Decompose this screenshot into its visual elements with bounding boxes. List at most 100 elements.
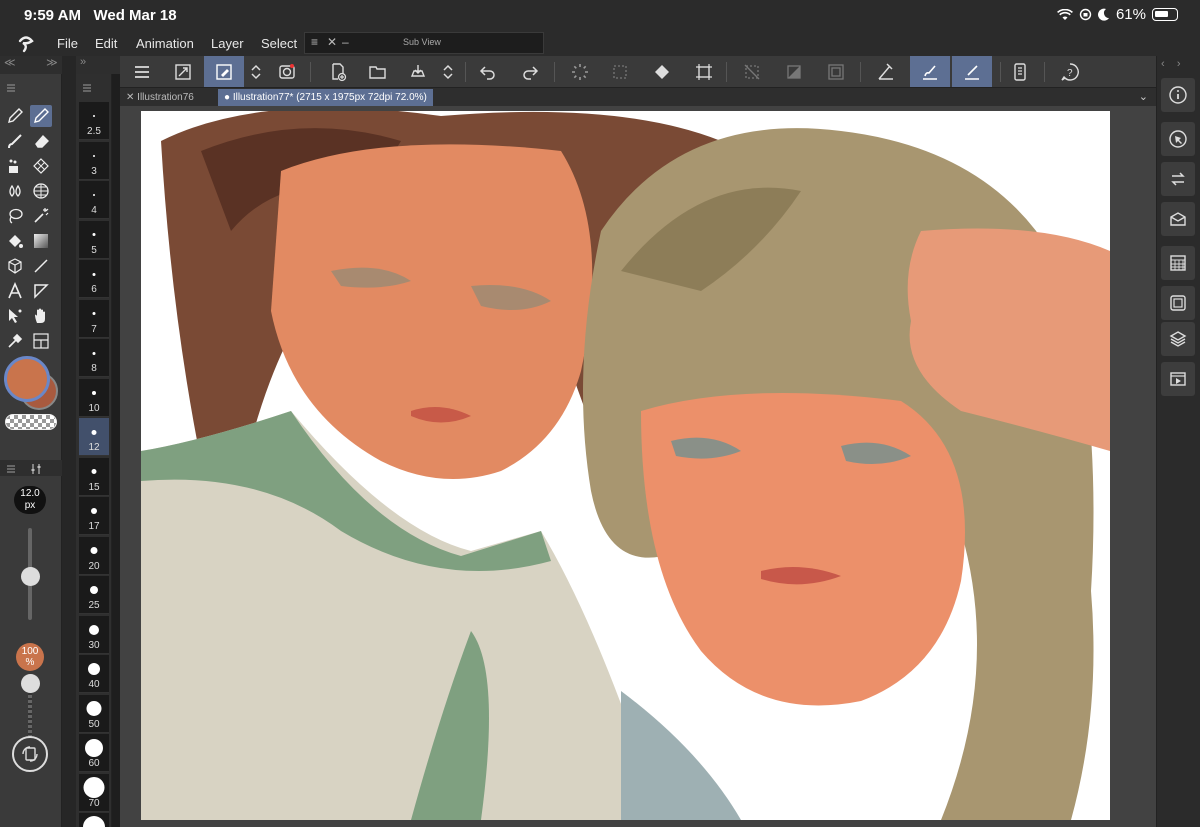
brush-size-indicator[interactable]: 12.0 px [14,486,46,514]
save-options-arrows[interactable] [436,56,460,87]
navigator-button[interactable] [1161,122,1195,156]
brush-size-item[interactable]: 40 [79,655,109,693]
hand-tool-icon[interactable] [30,305,52,327]
eraser-tool-icon[interactable] [30,130,52,152]
brush-size-item[interactable]: 8 [79,339,109,377]
menu-edit[interactable]: Edit [95,36,117,51]
brush-size-item[interactable]: 15 [79,457,109,496]
menu-select[interactable]: Select [261,36,297,51]
simple-mode-button[interactable] [204,56,244,87]
menu-layer[interactable]: Layer [211,36,244,51]
3d-figure-tool-icon[interactable] [4,255,26,277]
brush-size-item[interactable]: 4 [79,181,109,219]
pattern-tool-icon[interactable] [30,155,52,177]
transparent-color-swatch[interactable] [5,414,57,430]
expand-selection-button[interactable] [818,56,854,87]
pencil-tool-icon[interactable] [30,105,52,127]
menu-toggle-button[interactable] [124,56,160,87]
chevron-down-icon[interactable]: ⌄ [1139,90,1148,103]
pen-tool-icon[interactable] [4,105,26,127]
subview-close-icon[interactable]: ✕ [327,35,337,49]
palette-dock-divider[interactable] [62,56,76,827]
brush-size-item[interactable]: 6 [79,260,109,298]
snap-ruler-button[interactable] [868,56,904,87]
canvas-area[interactable] [120,106,1156,827]
tab-illustration77[interactable]: ● Illustration77* (2715 x 1975px 72dpi 7… [218,89,433,106]
brush-size-item[interactable]: 80 [79,813,109,827]
brush-size-slider-thumb[interactable] [21,567,40,586]
brush-size-item[interactable]: 10 [79,378,109,417]
brush-size-item[interactable]: 7 [79,299,109,338]
save-button[interactable] [400,56,436,87]
convert-button[interactable] [1161,162,1195,196]
help-button[interactable]: ? [1052,56,1088,87]
menu-animation[interactable]: Animation [136,36,194,51]
frame-border-tool-icon[interactable] [30,280,52,302]
color-set-button[interactable] [1161,246,1195,280]
main-color-swatch[interactable] [4,356,50,402]
brush-size-menu-icon[interactable] [82,83,92,93]
gradient-tool-icon[interactable] [30,230,52,252]
menu-file[interactable]: File [57,36,78,51]
blend-tool-icon[interactable] [4,180,26,202]
select-layer-button[interactable] [602,56,638,87]
info-button[interactable] [1161,78,1195,112]
brush-size-item[interactable]: 50 [79,694,109,733]
transform-button[interactable] [686,56,722,87]
scroll-arrows-button[interactable] [244,56,268,87]
animation-button[interactable] [269,56,305,87]
brush-size-item[interactable]: 70 [79,773,109,812]
eyedropper-tool-icon[interactable] [4,330,26,352]
collapse-arrows[interactable]: ‹ › [1161,58,1181,70]
device-settings-button[interactable] [1002,56,1038,87]
fill-tool-icon[interactable] [4,230,26,252]
material-button[interactable] [1161,202,1195,236]
app-logo-icon[interactable] [16,33,36,53]
brush-size-item[interactable]: 3 [79,141,109,180]
brush-size-item[interactable]: 17 [79,497,109,535]
open-file-button[interactable] [360,56,396,87]
line-tool-icon[interactable] [30,255,52,277]
timeline-button[interactable] [1161,362,1195,396]
decoration-tool-icon[interactable] [4,155,26,177]
snap-special-ruler-button[interactable] [910,56,950,87]
brush-size-item[interactable]: 5 [79,220,109,259]
fit-canvas-button[interactable] [165,56,201,87]
brush-size-item[interactable]: 12 [79,418,109,456]
redo-button[interactable] [512,56,548,87]
fill-selection-button[interactable] [644,56,680,87]
sub-view-window[interactable]: ≡ ✕ – Sub View [304,32,544,54]
new-file-button[interactable] [320,56,356,87]
tab-illustration76[interactable]: ✕ Illustration76 [120,89,200,106]
ruler-tool-icon[interactable] [30,330,52,352]
brush-size-item[interactable]: 20 [79,536,109,575]
tool-property-menu-icon[interactable] [6,464,16,474]
grid-tool-icon[interactable] [30,180,52,202]
brush-size-item[interactable]: 25 [79,576,109,614]
subview-menu-icon[interactable]: ≡ [311,35,318,49]
invert-selection-button[interactable] [776,56,812,87]
palette-menu-icon[interactable] [6,83,16,93]
object-select-icon[interactable] [4,305,26,327]
brush-size-item[interactable]: 60 [79,734,109,772]
clear-selection-button[interactable] [734,56,770,87]
magic-wand-icon[interactable] [30,205,52,227]
opacity-slider-thumb[interactable] [21,674,40,693]
brush-size-item[interactable]: 30 [79,615,109,654]
artwork-canvas[interactable] [141,111,1110,820]
brush-tool-icon[interactable] [4,130,26,152]
opacity-indicator[interactable]: 100 % [16,643,44,671]
color-selector[interactable] [2,356,60,414]
lasso-tool-icon[interactable] [4,205,26,227]
undo-button[interactable] [470,56,506,87]
tool-settings-icon[interactable] [30,463,42,475]
opacity-unit: % [25,657,35,668]
subview-minimize-icon[interactable]: – [342,35,349,49]
text-tool-icon[interactable] [4,280,26,302]
layers-button[interactable] [1161,322,1195,356]
modifier-key-button[interactable] [12,736,48,772]
snap-grid-button[interactable] [952,56,992,87]
tab-close-icon[interactable]: ✕ [126,92,137,103]
layer-property-button[interactable] [1161,286,1195,320]
brush-size-item[interactable]: 2.5 [79,102,109,140]
